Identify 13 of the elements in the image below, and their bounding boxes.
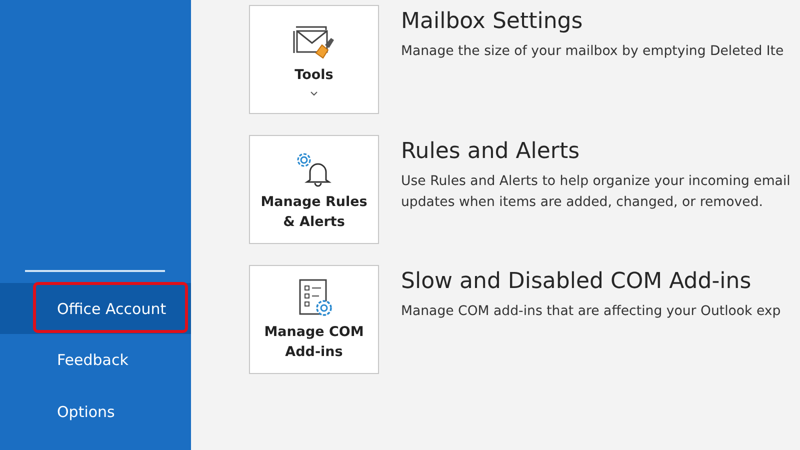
section-description: Manage COM add-ins that are affecting your Outlook exp	[401, 303, 781, 321]
section-description: Use Rules and Alerts to help organize your incoming email	[401, 173, 790, 191]
section-title: Slow and Disabled COM Add-ins	[401, 269, 752, 294]
tool-button[interactable]: Manage Rules & Alerts	[249, 135, 379, 244]
sidebar-item[interactable]: Options	[0, 386, 191, 438]
tool-button[interactable]: Manage COM Add-ins	[249, 265, 379, 374]
section-description: updates when items are added, changed, or removed.	[401, 194, 764, 212]
sidebar-item[interactable]: Feedback	[0, 334, 191, 386]
section-title: Rules and Alerts	[401, 139, 581, 164]
section-description: Manage the size of your mailbox by emptying Deleted Ite	[401, 43, 784, 61]
caret-icon	[310, 91, 318, 96]
section-title: Mailbox Settings	[401, 9, 584, 34]
tool-button[interactable]: Tools	[249, 5, 379, 114]
